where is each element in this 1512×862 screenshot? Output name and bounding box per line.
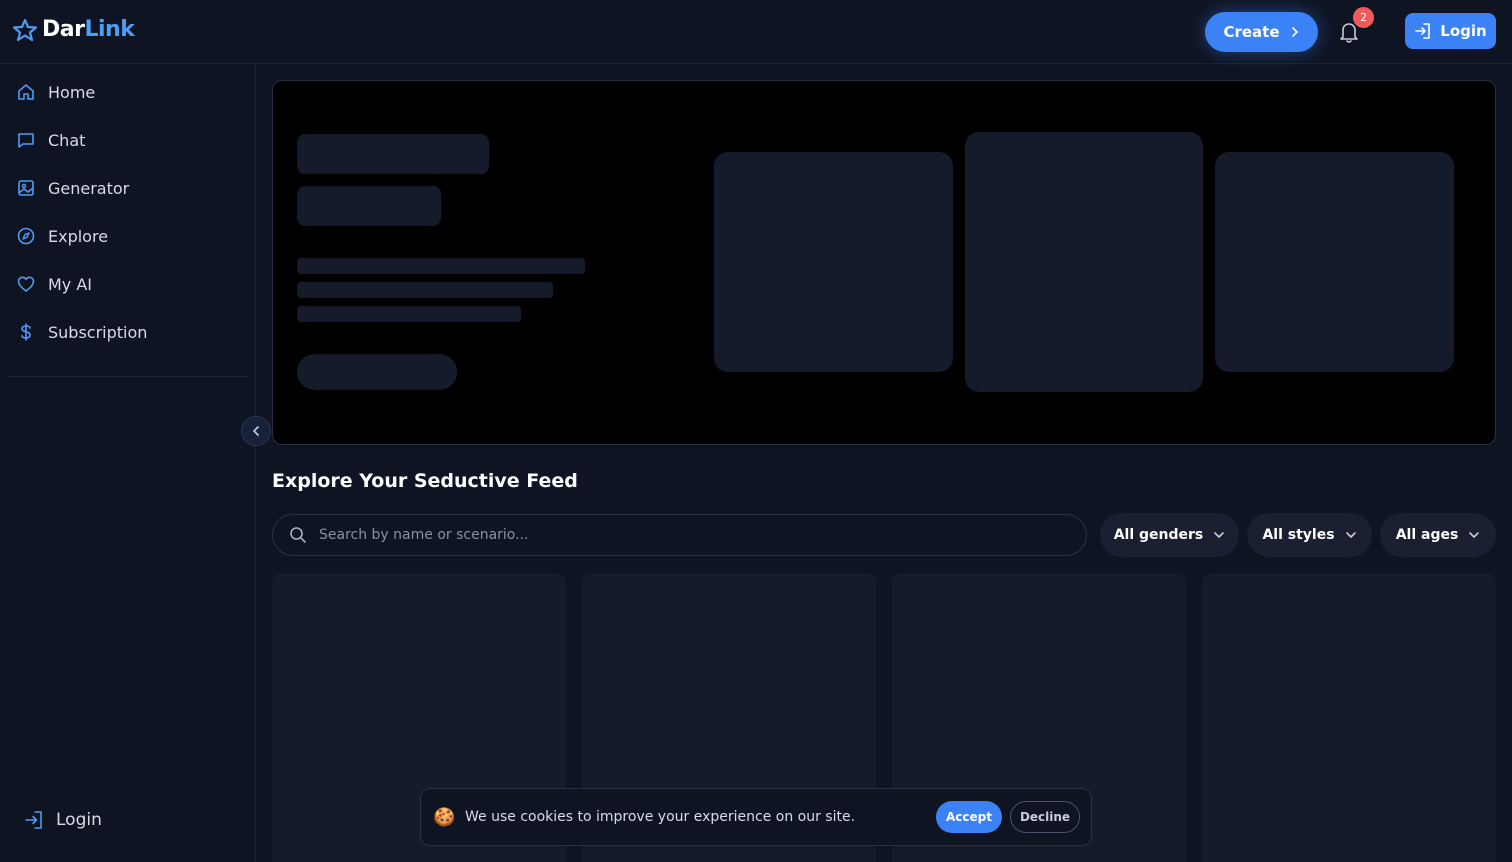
- star-logo-icon: [12, 18, 38, 41]
- chevron-down-icon: [1345, 532, 1356, 538]
- compass-icon: [17, 227, 35, 245]
- sidebar-item-label: My AI: [48, 274, 93, 294]
- skeleton-image: [1215, 152, 1454, 372]
- skeleton-button: [297, 354, 457, 390]
- header-login-label: Login: [1440, 22, 1487, 40]
- skeleton-subtitle: [297, 186, 441, 226]
- image-icon: [18, 180, 34, 196]
- sidebar-item-label: Explore: [48, 226, 109, 246]
- sidebar-item-my-ai[interactable]: My AI: [16, 268, 92, 300]
- filter-style-dropdown[interactable]: All styles: [1247, 513, 1372, 557]
- sidebar-item-home[interactable]: Home: [16, 76, 95, 108]
- logo-text-link: Link: [84, 17, 135, 42]
- skeleton-line: [297, 258, 585, 274]
- sidebar-item-label: Generator: [48, 178, 130, 198]
- character-card-skeleton[interactable]: [1202, 573, 1496, 862]
- filter-style-label: All styles: [1262, 527, 1335, 543]
- search-bar[interactable]: [272, 514, 1087, 556]
- sidebar-item-generator[interactable]: Generator: [16, 172, 129, 204]
- hero-banner-skeleton: [272, 80, 1496, 445]
- chat-icon: [18, 133, 34, 148]
- section-title: Explore Your Seductive Feed: [272, 470, 578, 492]
- search-input[interactable]: [319, 527, 1019, 543]
- logo-text: DarLink: [42, 17, 135, 42]
- filter-age-label: All ages: [1395, 527, 1459, 543]
- cookie-text: We use cookies to improve your experienc…: [465, 809, 856, 825]
- skeleton-image: [965, 132, 1203, 392]
- skeleton-line: [297, 306, 521, 322]
- chevron-down-icon: [1469, 532, 1480, 538]
- sidebar: Home Chat Generator Explore My AI Subscr…: [0, 64, 256, 862]
- logo[interactable]: DarLink: [12, 17, 135, 42]
- chevron-down-icon: [1214, 532, 1225, 538]
- chevron-left-icon: [253, 426, 259, 436]
- cookie-icon: 🍪: [433, 806, 456, 828]
- home-icon: [18, 84, 34, 100]
- sidebar-item-subscription[interactable]: Subscription: [16, 316, 147, 348]
- skeleton-image: [714, 152, 953, 372]
- heart-icon: [17, 276, 35, 292]
- notification-badge: 2: [1353, 7, 1374, 28]
- sidebar-item-label: Chat: [48, 130, 86, 150]
- login-icon: [1415, 23, 1431, 39]
- sidebar-item-explore[interactable]: Explore: [16, 220, 108, 252]
- sidebar-item-label: Subscription: [48, 322, 148, 342]
- sidebar-divider: [8, 376, 248, 377]
- create-button-label: Create: [1223, 23, 1280, 41]
- skeleton-line: [297, 282, 553, 298]
- search-icon: [290, 527, 306, 543]
- logo-text-dar: Dar: [42, 17, 85, 42]
- sidebar-login-label: Login: [56, 810, 102, 830]
- chevron-right-icon: [1291, 27, 1298, 37]
- sidebar-item-label: Home: [48, 82, 96, 102]
- sidebar-collapse-button[interactable]: [241, 416, 271, 446]
- filter-gender-dropdown[interactable]: All genders: [1100, 513, 1239, 557]
- header-login-button[interactable]: Login: [1405, 13, 1496, 49]
- create-button[interactable]: Create: [1205, 12, 1318, 52]
- dollar-icon: [21, 323, 31, 341]
- cookie-decline-button[interactable]: Decline: [1010, 801, 1080, 833]
- skeleton-title: [297, 134, 489, 174]
- sidebar-item-chat[interactable]: Chat: [16, 124, 85, 156]
- filter-age-dropdown[interactable]: All ages: [1380, 513, 1496, 557]
- top-header: DarLink Create 2 Login: [0, 0, 1512, 64]
- login-icon: [25, 811, 42, 829]
- cookie-banner: 🍪 We use cookies to improve your experie…: [420, 788, 1092, 846]
- filter-gender-label: All genders: [1113, 527, 1204, 543]
- sidebar-login-button[interactable]: Login: [24, 810, 102, 830]
- cookie-accept-button[interactable]: Accept: [936, 801, 1002, 833]
